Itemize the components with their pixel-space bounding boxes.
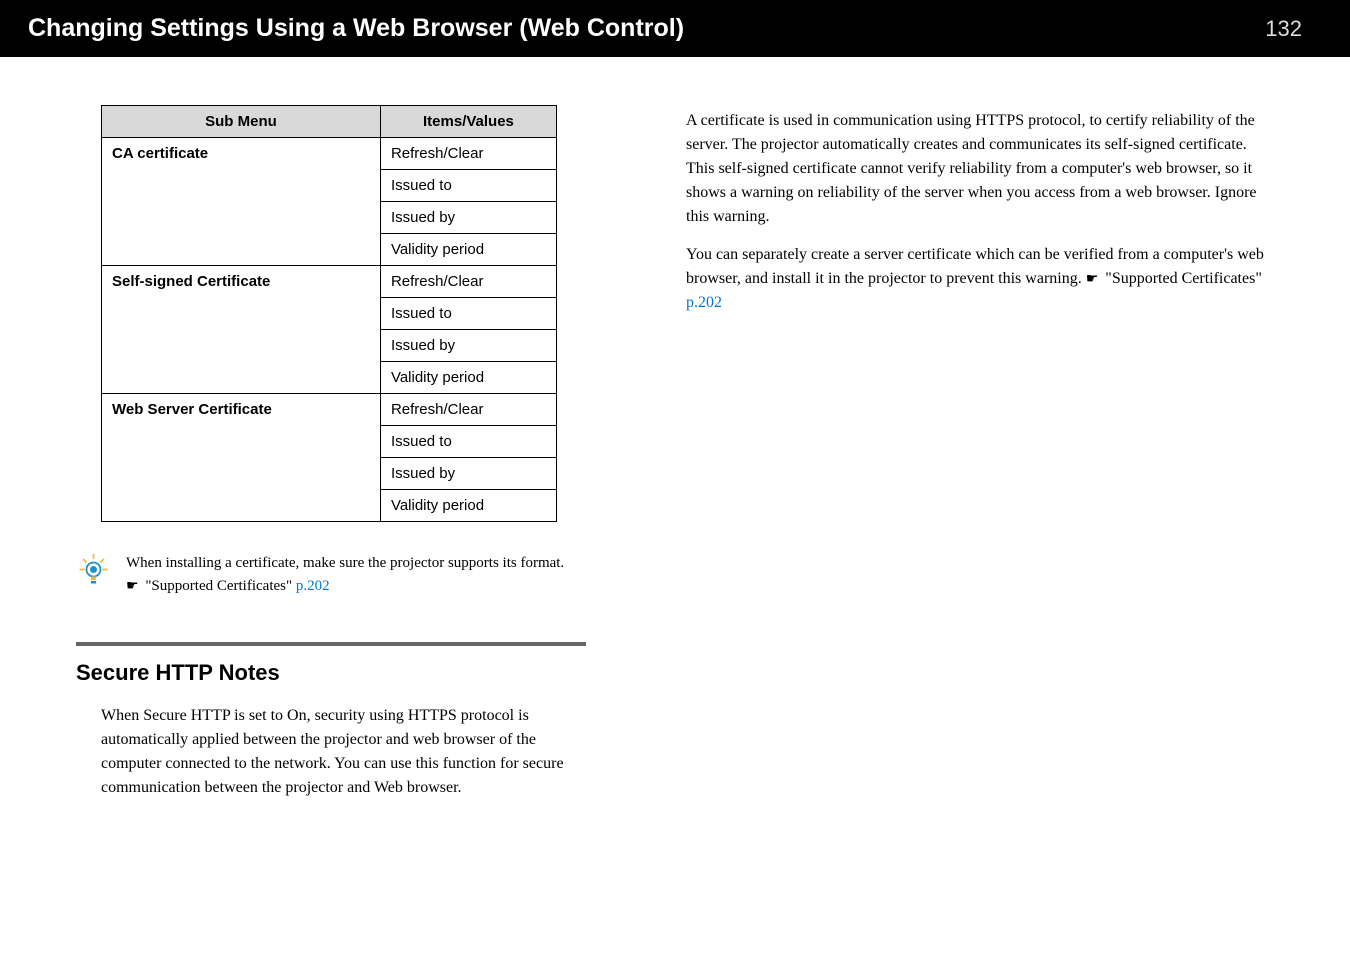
note-line1: When installing a certificate, make sure… [126,555,564,571]
table-row: Self-signed Certificate Refresh/Clear [102,266,557,298]
right-ref-text: "Supported Certificates" [1105,270,1262,287]
pointer-icon: ☛ [126,576,139,597]
right-para2: You can separately create a server certi… [686,243,1274,315]
certificate-table: Sub Menu Items/Values CA certificate Ref… [101,105,557,522]
table-cell: Issued by [380,202,556,234]
content-area: Sub Menu Items/Values CA certificate Ref… [0,105,1350,800]
page-number: 132 [1265,16,1322,42]
section-heading: Secure HTTP Notes [76,660,586,686]
lightbulb-icon [76,552,111,587]
page-ref-link[interactable]: p.202 [292,578,330,594]
table-cell: Validity period [380,234,556,266]
table-cell: Issued to [380,298,556,330]
table-header-submenu: Sub Menu [102,106,381,138]
table-row: CA certificate Refresh/Clear [102,138,557,170]
right-para1: A certificate is used in communication u… [686,109,1274,229]
section-divider [76,642,586,646]
table-cell: Issued to [380,426,556,458]
section-body: When Secure HTTP is set to On, security … [101,704,586,800]
table-row: Web Server Certificate Refresh/Clear [102,394,557,426]
table-cell: Refresh/Clear [380,394,556,426]
note-text: When installing a certificate, make sure… [126,552,564,597]
table-cell: Issued by [380,330,556,362]
table-cell: Issued by [380,458,556,490]
pointer-icon: ☛ [1086,269,1099,290]
table-group-label: Self-signed Certificate [102,266,381,394]
table-header-items: Items/Values [380,106,556,138]
note-ref-text: "Supported Certificates" [145,578,292,594]
table-cell: Validity period [380,362,556,394]
table-group-label: Web Server Certificate [102,394,381,522]
left-column: Sub Menu Items/Values CA certificate Ref… [76,105,586,800]
table-group-label: CA certificate [102,138,381,266]
table-cell: Validity period [380,490,556,522]
page-ref-link[interactable]: p.202 [686,294,722,311]
table-cell: Issued to [380,170,556,202]
table-cell: Refresh/Clear [380,138,556,170]
header-bar: Changing Settings Using a Web Browser (W… [0,0,1350,57]
note-callout: When installing a certificate, make sure… [76,552,586,597]
table-cell: Refresh/Clear [380,266,556,298]
right-column: A certificate is used in communication u… [686,105,1274,800]
page-title: Changing Settings Using a Web Browser (W… [28,14,684,43]
